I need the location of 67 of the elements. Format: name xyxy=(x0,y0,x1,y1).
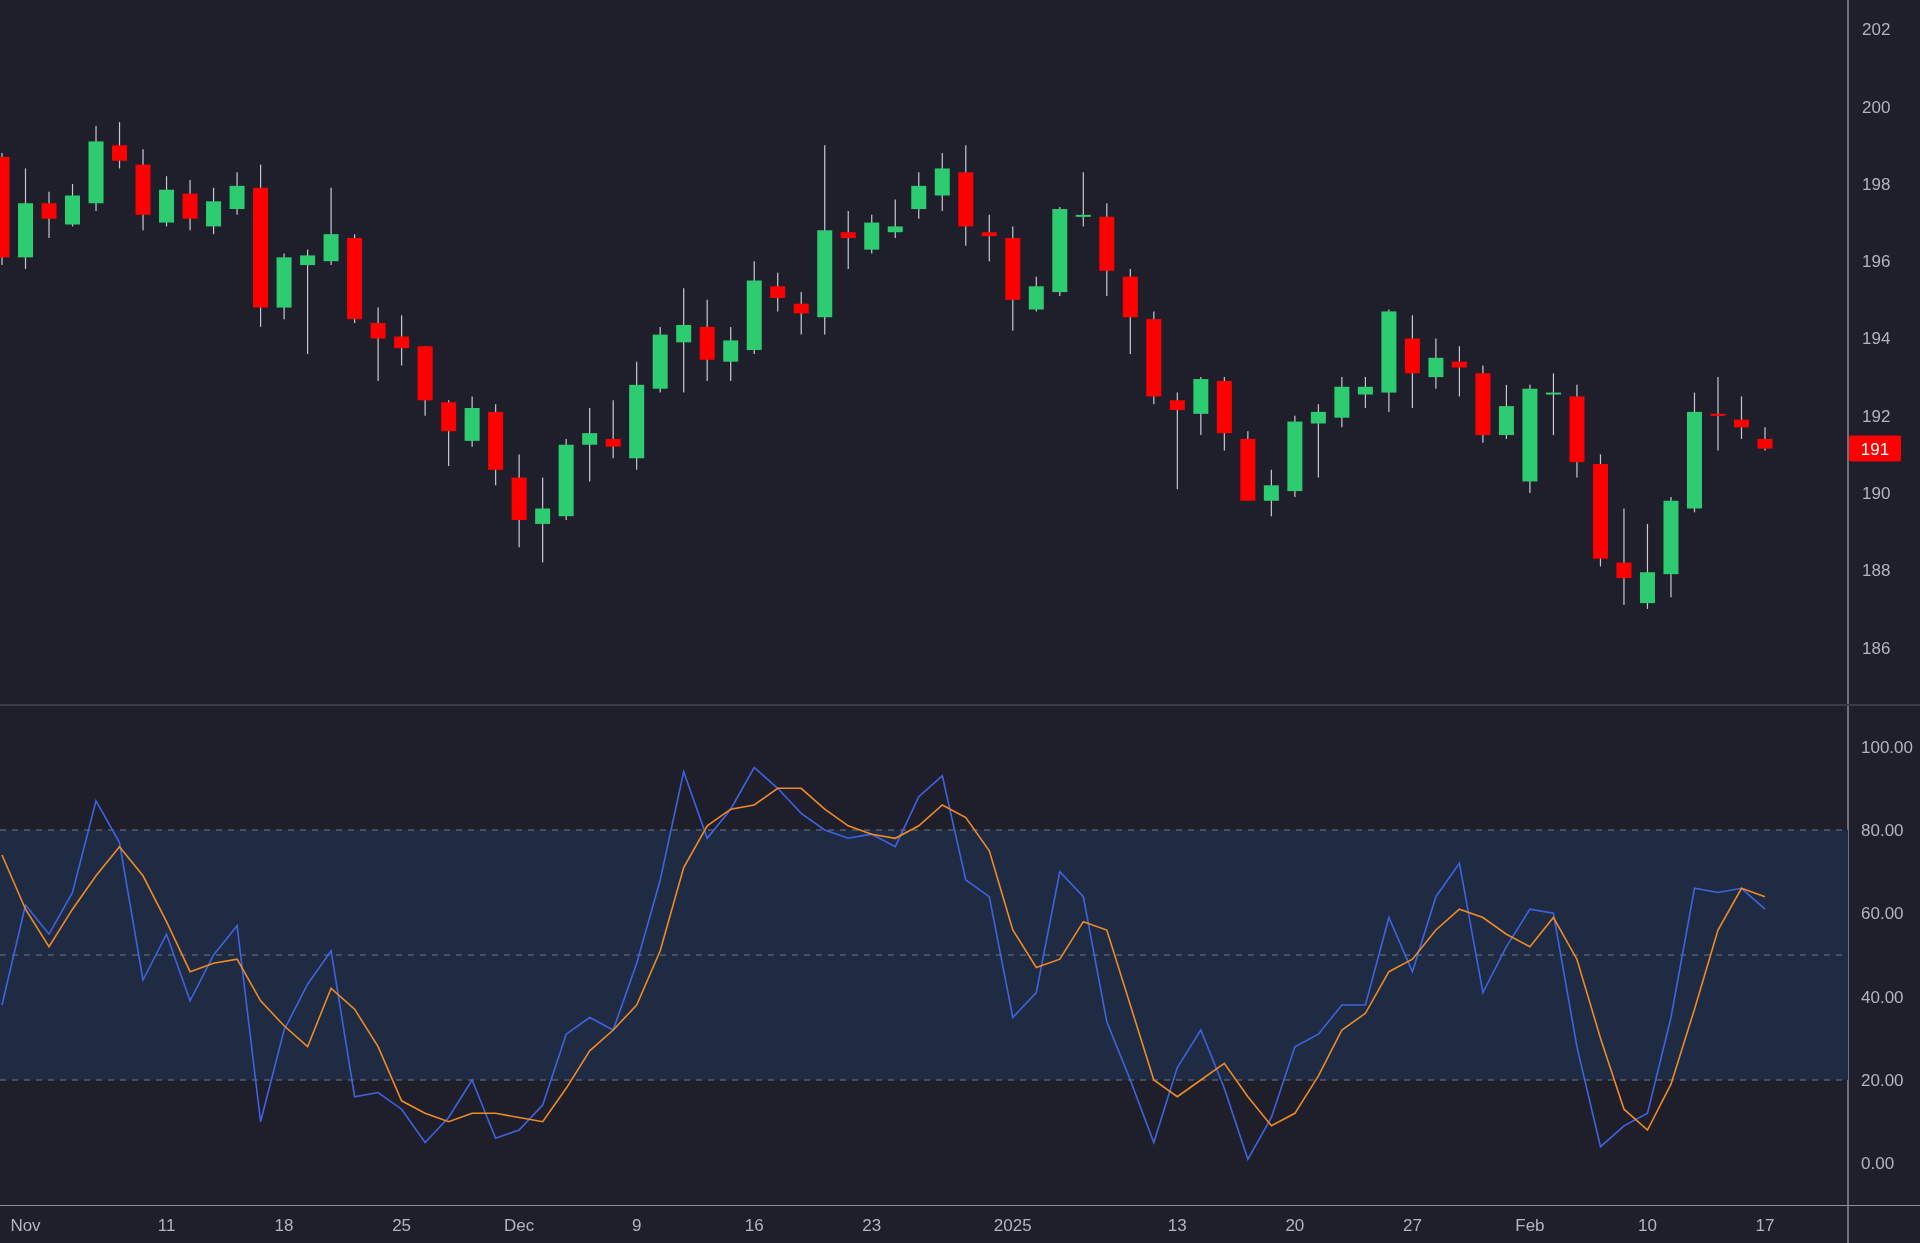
axis-label: 10 xyxy=(1638,1216,1657,1235)
candle xyxy=(1498,384,1514,440)
candle xyxy=(1428,337,1444,390)
candle xyxy=(65,183,80,227)
axis-label: 194 xyxy=(1862,329,1891,349)
axis-label: 27 xyxy=(1402,1216,1422,1235)
axis-label: 100.00 xyxy=(1861,737,1913,757)
candle xyxy=(229,171,245,216)
axis-label: 198 xyxy=(1862,174,1891,194)
candle xyxy=(276,252,292,320)
axis-label: 13 xyxy=(1167,1216,1187,1235)
axis-label: 11 xyxy=(157,1216,176,1235)
axis-label: 40.00 xyxy=(1861,987,1904,1007)
candle xyxy=(1240,430,1256,502)
candle xyxy=(417,345,433,417)
axis-label: 18 xyxy=(274,1216,294,1235)
candle xyxy=(1357,376,1373,409)
axis-label: 23 xyxy=(862,1216,882,1235)
candle xyxy=(840,210,856,270)
candle xyxy=(934,152,950,212)
candle xyxy=(464,395,480,448)
candle xyxy=(206,187,222,235)
candle xyxy=(1545,372,1561,436)
axis-label: 2025 xyxy=(993,1216,1032,1235)
candle xyxy=(723,326,739,382)
axis-label: 192 xyxy=(1862,406,1891,426)
axis-label: Dec xyxy=(504,1216,535,1235)
candle xyxy=(41,191,57,239)
axis-label: 0.00 xyxy=(1861,1154,1895,1174)
candle xyxy=(182,179,198,231)
candle xyxy=(1734,395,1749,440)
axis-label: 200 xyxy=(1862,97,1891,117)
candle xyxy=(864,214,880,255)
axis-label: 16 xyxy=(744,1216,764,1235)
axis-label: 80.00 xyxy=(1861,821,1904,840)
candle xyxy=(112,121,128,170)
axis-label: 202 xyxy=(1862,20,1891,40)
candle xyxy=(605,399,621,459)
candle xyxy=(981,214,997,262)
candle xyxy=(159,175,175,227)
axis-label: 188 xyxy=(1862,561,1891,581)
price-label: 191 xyxy=(1849,435,1901,462)
axis-label: 186 xyxy=(1862,638,1891,658)
axis-label: 20 xyxy=(1285,1216,1305,1235)
candle xyxy=(1263,469,1279,517)
candle xyxy=(887,198,903,239)
candle xyxy=(1193,376,1209,436)
axis-label: 17 xyxy=(1755,1216,1775,1235)
axis-label: 9 xyxy=(631,1216,642,1235)
axis-label: 196 xyxy=(1862,252,1891,272)
axis-label: 25 xyxy=(392,1216,412,1235)
candle xyxy=(652,326,668,394)
candle xyxy=(1334,376,1350,428)
axis-label: 190 xyxy=(1862,484,1891,504)
axis-label: 20.00 xyxy=(1861,1071,1904,1090)
candle xyxy=(441,399,457,467)
axis-label: 60.00 xyxy=(1861,904,1904,924)
candle xyxy=(770,272,786,313)
axis-label: Nov xyxy=(10,1216,41,1235)
candle xyxy=(1028,276,1044,313)
candle xyxy=(1075,171,1091,227)
candle xyxy=(394,314,410,367)
candle xyxy=(1757,426,1773,452)
candle xyxy=(793,291,809,336)
candle xyxy=(911,171,927,220)
axis-label: Feb xyxy=(1515,1216,1545,1235)
candle xyxy=(1451,345,1467,398)
